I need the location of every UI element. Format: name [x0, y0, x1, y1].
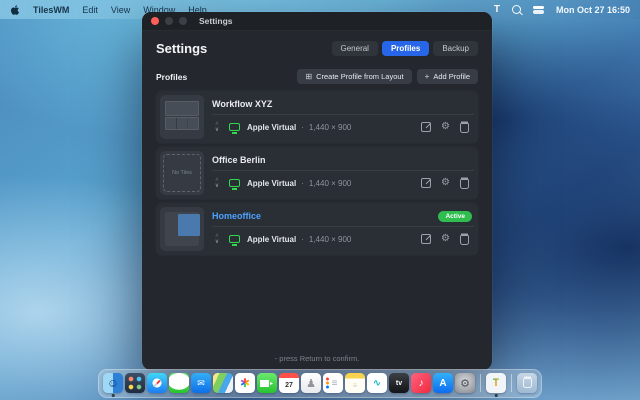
chevron-down-icon[interactable]: ∨ — [215, 127, 219, 133]
dock-separator — [511, 374, 512, 392]
chevron-down-icon[interactable]: ∨ — [215, 239, 219, 245]
dock-safari-icon[interactable] — [147, 373, 167, 393]
running-indicator — [495, 394, 498, 397]
profile-card-office-berlin[interactable]: No Tiles Office Berlin ∧ ∨ Apple Virtual — [156, 147, 478, 199]
edit-icon[interactable] — [421, 122, 431, 132]
dock-launchpad-icon[interactable] — [125, 373, 145, 393]
profile-thumbnail-empty: No Tiles — [160, 151, 204, 195]
menu-item-app[interactable]: TilesWM — [33, 5, 69, 15]
dock-separator — [480, 374, 481, 392]
profile-name: Office Berlin — [212, 155, 266, 165]
gear-icon[interactable]: ⚙ — [441, 234, 450, 244]
display-icon — [229, 179, 240, 187]
chevron-down-icon[interactable]: ∨ — [215, 183, 219, 189]
create-profile-from-layout-button[interactable]: ⊞ Create Profile from Layout — [297, 69, 411, 84]
tab-backup[interactable]: Backup — [433, 41, 478, 56]
trash-icon[interactable] — [460, 123, 469, 133]
gear-icon[interactable]: ⚙ — [441, 178, 450, 188]
display-resolution: 1,440 × 900 — [309, 235, 351, 244]
edit-icon[interactable] — [421, 234, 431, 244]
dock-contacts-icon[interactable]: ♟ — [301, 373, 321, 393]
create-layout-icon: ⊞ — [305, 72, 312, 81]
window-titlebar[interactable]: Settings — [142, 12, 492, 31]
running-indicator — [112, 394, 115, 397]
profile-name: Workflow XYZ — [212, 99, 272, 109]
display-name: Apple Virtual — [247, 179, 296, 188]
dock-facetime-icon[interactable]: ▸ — [257, 373, 277, 393]
menu-item-edit[interactable]: Edit — [82, 5, 98, 15]
reorder-chevrons[interactable]: ∧ ∨ — [212, 233, 222, 245]
dot-separator: · — [301, 123, 304, 132]
display-resolution: 1,440 × 900 — [309, 179, 351, 188]
profile-card-homeoffice[interactable]: Homeoffice Active ∧ ∨ Apple Virtual · 1,… — [156, 203, 478, 255]
desktop: TilesWM Edit View Window Help T Mon Oct … — [0, 0, 640, 400]
dock-photos-icon[interactable]: ✱ — [235, 373, 255, 393]
display-name: Apple Virtual — [247, 235, 296, 244]
gear-icon[interactable]: ⚙ — [441, 122, 450, 132]
menu-item-view[interactable]: View — [111, 5, 130, 15]
settings-window: Settings Settings General Profiles Backu… — [142, 12, 492, 370]
control-center-icon[interactable] — [533, 6, 544, 14]
spotlight-search-icon[interactable] — [512, 5, 521, 14]
titlebar-title: Settings — [199, 16, 233, 26]
reorder-chevrons[interactable]: ∧ ∨ — [212, 121, 222, 133]
tileswm-tray-icon[interactable]: T — [494, 4, 500, 15]
dock-tv-icon[interactable]: tv — [389, 373, 409, 393]
create-profile-label: Create Profile from Layout — [316, 72, 404, 81]
display-name: Apple Virtual — [247, 123, 296, 132]
dock-reminders-icon[interactable]: ≡ — [323, 373, 343, 393]
dock-messages-icon[interactable] — [169, 373, 189, 393]
dock-mail-icon[interactable]: ✉ — [191, 373, 211, 393]
dock-music-icon[interactable]: ♪ — [411, 373, 431, 393]
add-profile-button[interactable]: + Add Profile — [417, 69, 478, 84]
display-resolution: 1,440 × 900 — [309, 123, 351, 132]
dock-notes-icon[interactable]: ≡ — [345, 373, 365, 393]
active-badge: Active — [438, 211, 472, 222]
no-tiles-label: No Tiles — [163, 154, 201, 192]
tab-bar: General Profiles Backup — [332, 41, 479, 56]
footer-hint: - press Return to confirm. — [142, 354, 492, 363]
menu-bar-clock[interactable]: Mon Oct 27 16:50 — [556, 5, 630, 15]
dock-appstore-icon[interactable]: A — [433, 373, 453, 393]
profile-thumbnail-layout — [160, 95, 204, 139]
dot-separator: · — [301, 235, 304, 244]
page-title: Settings — [156, 41, 207, 56]
display-icon — [229, 123, 240, 131]
section-title-profiles: Profiles — [156, 72, 187, 82]
dock-calendar-icon[interactable]: 27 — [279, 373, 299, 393]
dock-trash-icon[interactable] — [517, 373, 537, 393]
dot-separator: · — [301, 179, 304, 188]
display-icon — [229, 235, 240, 243]
dock-freeform-icon[interactable]: ∿ — [367, 373, 387, 393]
minimize-button[interactable] — [165, 17, 173, 25]
tab-general[interactable]: General — [332, 41, 378, 56]
add-profile-label: Add Profile — [433, 72, 470, 81]
profile-name: Homeoffice — [212, 211, 261, 221]
plus-icon: + — [425, 72, 430, 81]
dock-settings-icon[interactable]: ⚙ — [455, 373, 475, 393]
zoom-button[interactable] — [179, 17, 187, 25]
profile-thumbnail-single-tile — [160, 207, 204, 251]
profile-card-workflow-xyz[interactable]: Workflow XYZ ∧ ∨ Apple Virtual · 1,440 ×… — [156, 91, 478, 143]
tab-profiles[interactable]: Profiles — [382, 41, 429, 56]
edit-icon[interactable] — [421, 178, 431, 188]
close-button[interactable] — [151, 17, 159, 25]
dock-tileswm-icon[interactable]: T — [486, 373, 506, 393]
trash-icon[interactable] — [460, 235, 469, 245]
apple-menu-icon[interactable] — [10, 4, 20, 16]
dock-finder-icon[interactable]: ☺ — [103, 373, 123, 393]
trash-icon[interactable] — [460, 179, 469, 189]
dock: ☺✉✱▸27♟≡≡∿tv♪A⚙T — [98, 369, 542, 398]
reorder-chevrons[interactable]: ∧ ∨ — [212, 177, 222, 189]
dock-maps-icon[interactable] — [213, 373, 233, 393]
